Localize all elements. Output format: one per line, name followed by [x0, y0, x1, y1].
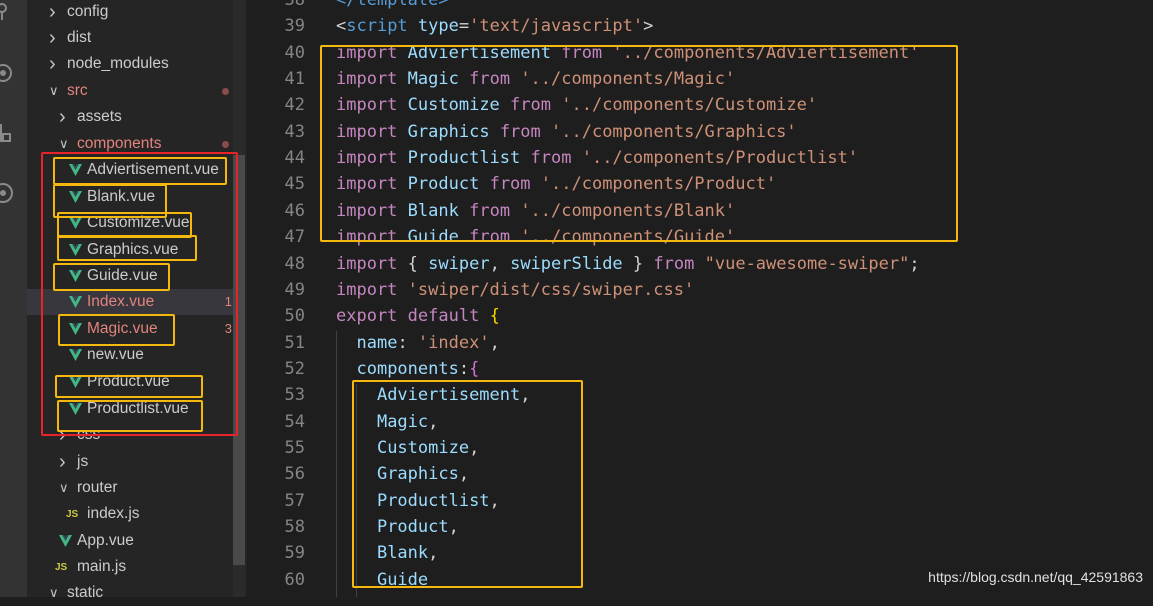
line-number: 50 [284, 306, 305, 327]
tree-item-label: config [67, 3, 109, 20]
chevron-right-icon: › [49, 1, 56, 23]
line-number: 47 [284, 227, 305, 248]
line-number: 46 [284, 200, 305, 221]
line-number: 56 [284, 464, 305, 485]
tree-item-label: main.js [77, 558, 127, 575]
tree-file[interactable]: JS main.js [27, 554, 233, 580]
chevron-right-icon: › [59, 106, 66, 128]
annotation-box-components [352, 380, 583, 588]
tree-folder[interactable]: › js [27, 449, 233, 475]
chevron-right-icon: › [49, 53, 56, 75]
remote-icon[interactable] [0, 178, 27, 208]
tree-item-label: static [67, 584, 104, 601]
activity-bar [0, 0, 27, 597]
line-number: 42 [284, 95, 305, 116]
code-text: import { swiper, swiperSlide } from "vue… [336, 253, 920, 274]
code-line: 38 </template> [247, 0, 1153, 13]
debug-icon[interactable] [0, 58, 27, 88]
code-text: export default { [336, 306, 500, 327]
tree-file[interactable]: App.vue [27, 528, 233, 554]
js-file-icon: JS [55, 562, 68, 573]
line-number: 41 [284, 69, 305, 90]
tree-folder[interactable]: › assets [27, 104, 233, 130]
line-number: 38 [284, 0, 305, 10]
tree-folder[interactable]: › config [27, 0, 233, 25]
chevron-right-icon: › [49, 27, 56, 49]
code-text: components:{ [356, 358, 480, 379]
code-text: <script type='text/javascript'> [336, 16, 654, 37]
tree-item-label: router [77, 479, 118, 496]
tree-item-label: src [67, 82, 88, 99]
tree-item-label: node_modules [67, 55, 169, 72]
line-number: 51 [284, 332, 305, 353]
line-number: 39 [284, 16, 305, 37]
line-number: 40 [284, 42, 305, 63]
line-number: 45 [284, 174, 305, 195]
tree-item-label: index.js [87, 505, 140, 522]
tree-folder[interactable]: › dist [27, 25, 233, 51]
watermark: https://blog.csdn.net/qq_42591863 [928, 569, 1143, 585]
code-line: 48 import { swiper, swiperSlide } from "v… [247, 251, 1153, 277]
line-number: 52 [284, 358, 305, 379]
code-line: 39 <script type='text/javascript'> [247, 13, 1153, 39]
line-number: 48 [284, 253, 305, 274]
annotation-box-file [53, 263, 170, 291]
modified-dot-icon [222, 88, 229, 95]
line-number: 58 [284, 517, 305, 537]
code-line: 50 export default { [247, 303, 1153, 329]
line-number: 43 [284, 121, 305, 142]
annotation-box-file [57, 400, 203, 432]
code-line: 51 name: 'index', [247, 330, 1153, 356]
annotation-box-file [53, 157, 227, 185]
code-text: import 'swiper/dist/css/swiper.css' [336, 279, 695, 300]
annotation-box-imports [320, 45, 958, 242]
line-number: 60 [284, 569, 305, 590]
code-text: </template> [336, 0, 449, 10]
code-line: 49 import 'swiper/dist/css/swiper.css' [247, 277, 1153, 303]
chevron-down-icon: ∨ [49, 585, 59, 600]
line-number: 54 [284, 411, 305, 432]
chevron-right-icon: › [59, 451, 66, 473]
tree-folder[interactable]: ∨ router [27, 475, 233, 501]
tree-item-label: js [77, 453, 89, 470]
code-text: name: 'index', [356, 332, 500, 353]
line-number: 55 [284, 437, 305, 458]
line-number: 57 [284, 490, 305, 511]
tree-item-label: assets [77, 108, 122, 125]
tree-folder[interactable]: ∨ src [27, 78, 233, 104]
line-number: 53 [284, 385, 305, 406]
line-number: 44 [284, 148, 305, 169]
tree-folder[interactable]: › node_modules [27, 51, 233, 77]
js-file-icon: JS [66, 509, 79, 520]
code-line: 52 components:{ [247, 356, 1153, 382]
annotation-box-file [57, 235, 197, 261]
line-number: 49 [284, 279, 305, 300]
tree-file[interactable]: JS index.js [27, 501, 233, 527]
annotation-box-file [55, 375, 203, 398]
chevron-down-icon: ∨ [49, 83, 59, 98]
tree-folder[interactable]: ∨ static [27, 580, 233, 606]
line-number: 59 [284, 543, 305, 564]
chevron-down-icon: ∨ [59, 480, 69, 495]
tree-item-label: App.vue [77, 532, 134, 549]
extensions-icon[interactable] [0, 118, 27, 148]
source-control-icon[interactable] [0, 0, 27, 26]
annotation-box-file [58, 314, 175, 346]
tree-item-label: dist [67, 29, 92, 46]
modified-dot-icon [222, 141, 229, 148]
